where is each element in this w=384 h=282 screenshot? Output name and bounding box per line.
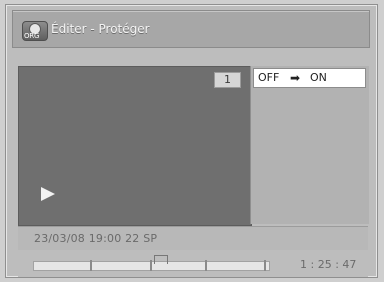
disc-org-icon: ORG (22, 21, 48, 41)
right-arrow-icon: ➡ (290, 71, 301, 85)
timeline-cursor-icon[interactable] (154, 255, 168, 264)
title-bar: ORG Éditer - Protéger (12, 10, 370, 48)
timeline-tick (205, 260, 207, 271)
disc-icon-label: ORG (24, 32, 40, 40)
recording-info: 23/03/08 19:00 22 SP (34, 232, 158, 245)
page-title: Éditer - Protéger (51, 22, 150, 36)
protect-state-to: ON (310, 71, 327, 84)
elapsed-time: 1 : 25 : 47 (300, 258, 357, 271)
title-number-badge: 1 (214, 72, 241, 88)
timeline-tick (264, 260, 266, 271)
protect-state-from: OFF (258, 71, 280, 84)
timeline-tick (150, 260, 152, 271)
timeline-tick (90, 260, 92, 271)
play-icon (41, 187, 55, 201)
video-preview (18, 66, 252, 226)
protect-toggle-option[interactable]: OFF ➡ ON (253, 68, 366, 88)
options-panel (250, 66, 369, 224)
